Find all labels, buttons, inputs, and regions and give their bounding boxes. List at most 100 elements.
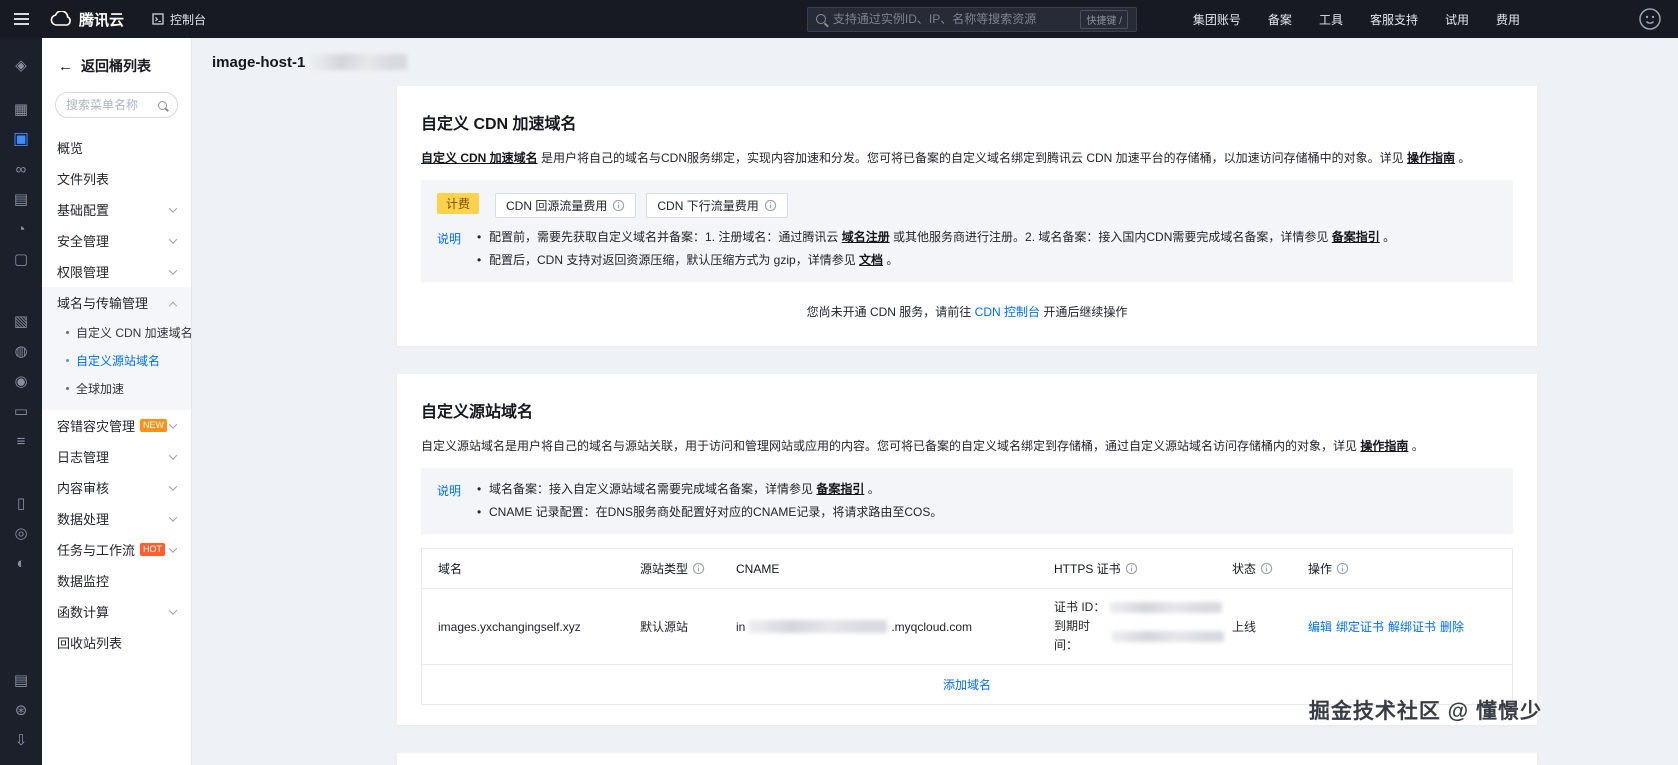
info-icon (613, 199, 625, 212)
unbind-cert-link[interactable]: 解绑证书 (1388, 618, 1436, 635)
nav-icp-filing[interactable]: 备案 (1268, 11, 1292, 28)
col-https-cert: HTTPS 证书 (1054, 560, 1232, 577)
hot-badge: HOT (140, 543, 166, 556)
gear-icon[interactable]: ◈ (0, 50, 42, 80)
chevron-down-icon (168, 481, 178, 491)
globe-icon[interactable]: ◍ (0, 336, 42, 366)
delete-link[interactable]: 删除 (1440, 618, 1464, 635)
sidebar-item-function-compute[interactable]: 函数计算 (42, 596, 191, 627)
sidebar-item-log-management[interactable]: 日志管理 (42, 441, 191, 472)
sidebar-item-basic-config[interactable]: 基础配置 (42, 194, 191, 225)
origin-guide-link[interactable]: 操作指南 (1360, 439, 1408, 453)
products-grid-icon[interactable]: ▦ (0, 94, 42, 124)
info-icon[interactable] (692, 562, 705, 575)
info-icon[interactable] (1260, 562, 1273, 575)
col-actions: 操作 (1308, 560, 1512, 577)
global-search-input[interactable] (832, 12, 1074, 26)
global-search[interactable]: 快捷键 / (806, 6, 1137, 32)
terminal-icon[interactable]: ▭ (0, 396, 42, 426)
sidebar-item-data-processing[interactable]: 数据处理 (42, 503, 191, 534)
pie-monitor-icon[interactable]: ◔ (0, 214, 42, 244)
avatar-icon[interactable] (1638, 7, 1662, 31)
origin-note-2: CNAME 记录配置：在DNS服务商处配置好对应的CNAME记录，将请求路由至C… (477, 504, 942, 521)
cdn-domain-card: 自定义 CDN 加速域名 自定义 CDN 加速域名 是用户将自己的域名与CDN服… (397, 86, 1537, 346)
trash-icon[interactable]: ▯ (0, 488, 42, 518)
add-domain-button[interactable]: 添加域名 (943, 678, 991, 692)
archive-box-icon[interactable]: ▢ (0, 244, 42, 274)
link-icon[interactable]: ∞ (0, 154, 42, 184)
sidebar-item-data-monitor[interactable]: 数据监控 (42, 565, 191, 596)
origin-domain-table: 域名 源站类型 CNAME HTTPS 证书 状态 操作 images.yxch… (421, 548, 1513, 705)
cdn-term-link[interactable]: 自定义 CDN 加速域名 (421, 151, 538, 165)
sidebar-item-content-audit[interactable]: 内容审核 (42, 472, 191, 503)
sidebar-search[interactable] (55, 92, 178, 118)
topbar-nav: 集团账号 备案 工具 客服支持 试用 费用 (1193, 11, 1520, 28)
network-icon[interactable]: ◉ (0, 366, 42, 396)
global-accel-card: 全球加速 编辑 (397, 753, 1537, 765)
nav-trial[interactable]: 试用 (1445, 11, 1469, 28)
table-header-row: 域名 源站类型 CNAME HTTPS 证书 状态 操作 (422, 549, 1512, 589)
download-icon[interactable]: ⇩ (0, 725, 42, 755)
sidebar-item-tasks-workflow[interactable]: 任务与工作流 HOT (42, 534, 191, 565)
topbar: 腾讯云 控制台 快捷键 / 集团账号 备案 工具 客服支持 试用 费用 (0, 0, 1678, 38)
nav-support[interactable]: 客服支持 (1370, 11, 1418, 28)
chevron-down-icon (168, 419, 178, 429)
list-icon[interactable]: ≡ (0, 426, 42, 456)
sidebar-item-security[interactable]: 安全管理 (42, 225, 191, 256)
domain-register-link[interactable]: 域名注册 (842, 230, 890, 244)
sidebar-item-recycle-bin[interactable]: 回收站列表 (42, 627, 191, 658)
billing-chip-downstream-traffic[interactable]: CDN 下行流量费用 (646, 193, 788, 218)
sidebar-item-overview[interactable]: 概览 (42, 132, 191, 163)
gzip-doc-link[interactable]: 文档 (859, 253, 883, 267)
nav-tools[interactable]: 工具 (1319, 11, 1343, 28)
cdn-console-link[interactable]: CDN 控制台 (975, 305, 1040, 319)
cell-actions: 编辑 绑定证书 解绑证书 删除 (1308, 618, 1512, 635)
note-label: 说明 (437, 484, 462, 498)
console-label: 控制台 (170, 12, 207, 27)
sidebar-item-permissions[interactable]: 权限管理 (42, 256, 191, 287)
col-status: 状态 (1232, 560, 1308, 577)
docs-icon[interactable]: ▤ (0, 665, 42, 695)
cdn-guide-link[interactable]: 操作指南 (1407, 151, 1455, 165)
sidebar-item-origin-domain[interactable]: 自定义源站域名 (42, 346, 191, 374)
console-link[interactable]: 控制台 (152, 11, 206, 28)
info-icon[interactable] (1336, 562, 1349, 575)
sidebar-item-domain-transfer[interactable]: 域名与传输管理 (42, 287, 191, 318)
new-badge: NEW (140, 419, 168, 432)
bucket-name-blur (311, 54, 408, 70)
nav-group-account[interactable]: 集团账号 (1193, 11, 1241, 28)
icp-guide-link[interactable]: 备案指引 (1332, 230, 1380, 244)
col-cname: CNAME (736, 561, 780, 576)
calendar-icon[interactable]: ▤ (0, 184, 42, 214)
settings-icon[interactable]: ⊛ (0, 695, 42, 725)
watermark: 掘金技术社区 @ 懂憬少 (1308, 700, 1542, 723)
image-icon[interactable]: ▧ (0, 306, 42, 336)
icp-guide-link[interactable]: 备案指引 (816, 482, 864, 496)
cos-storage-icon[interactable]: ▣ (0, 124, 42, 154)
billing-tag: 计费 (437, 193, 480, 214)
sidebar-item-global-accel[interactable]: 全球加速 (42, 374, 191, 402)
back-label: 返回桶列表 (81, 58, 151, 74)
help-icon[interactable]: ◐ (0, 548, 42, 578)
sidebar-item-cdn-domain[interactable]: 自定义 CDN 加速域名 (42, 318, 193, 346)
sidebar-item-disaster-recovery[interactable]: 容错容灾管理 NEW (42, 410, 191, 441)
cname-blur (749, 620, 888, 633)
info-icon[interactable] (1125, 562, 1138, 575)
brand-name: 腾讯云 (79, 11, 125, 29)
zoom-icon[interactable]: ◎ (0, 518, 42, 548)
origin-domain-card: 自定义源站域名 自定义源站域名是用户将自己的域名与源站关联，用于访问和管理网站或… (397, 374, 1537, 725)
sidebar-search-input[interactable] (66, 98, 152, 112)
edit-link[interactable]: 编辑 (1308, 618, 1332, 635)
nav-billing[interactable]: 费用 (1496, 11, 1520, 28)
main-content: image-host-1 自定义 CDN 加速域名 自定义 CDN 加速域名 是… (192, 38, 1678, 765)
hamburger-menu-icon[interactable] (0, 0, 42, 38)
bind-cert-link[interactable]: 绑定证书 (1336, 618, 1384, 635)
tencent-cloud-logo[interactable]: 腾讯云 (50, 9, 124, 30)
cloud-logo-icon (50, 11, 71, 26)
cdn-card-description: 自定义 CDN 加速域名 是用户将自己的域名与CDN服务绑定，实现内容加速和分发… (421, 151, 1471, 165)
table-row: images.yxchangingself.xyz 默认源站 in .myqclo… (422, 589, 1512, 664)
billing-chip-origin-traffic[interactable]: CDN 回源流量费用 (495, 193, 637, 218)
chevron-down-icon (168, 543, 178, 553)
sidebar-item-file-list[interactable]: 文件列表 (42, 163, 191, 194)
back-to-bucket-list[interactable]: ← 返回桶列表 (42, 38, 191, 90)
